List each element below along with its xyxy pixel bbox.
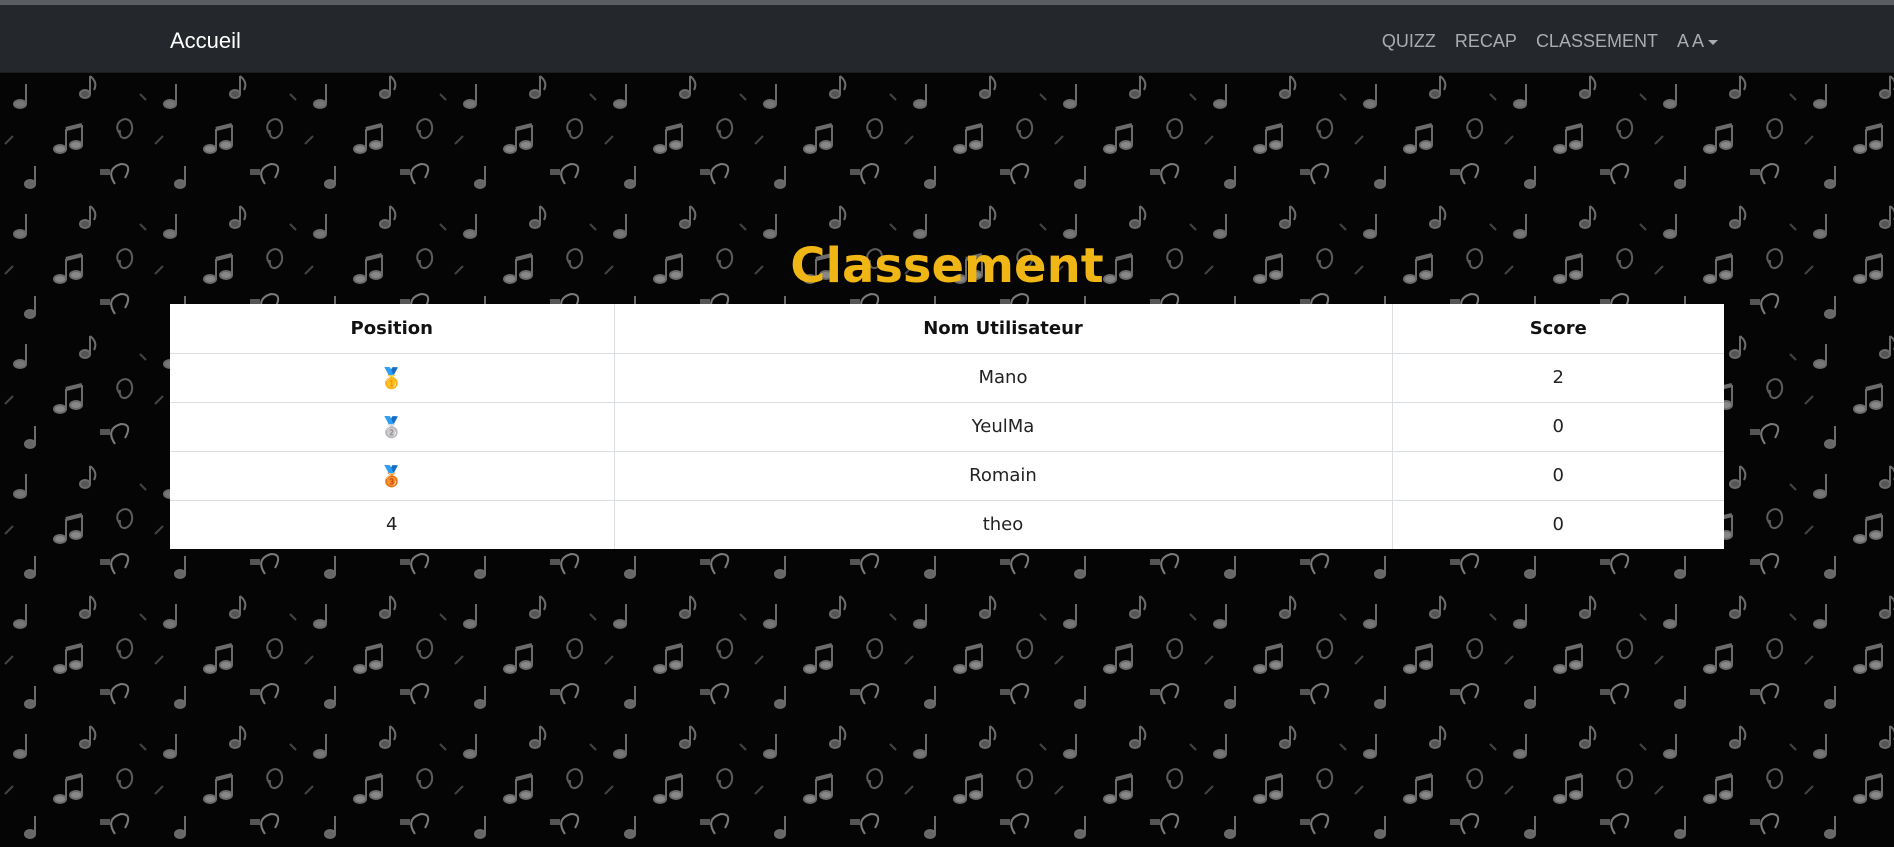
user-dropdown-label: A A xyxy=(1676,30,1704,51)
page-title: Classement xyxy=(790,238,1104,294)
row-username: theo xyxy=(613,500,1392,549)
row-username: Romain xyxy=(613,451,1392,501)
nav-link-classement[interactable]: CLASSEMENT xyxy=(1536,29,1658,53)
nav-link-quizz[interactable]: QUIZZ xyxy=(1382,29,1436,53)
table-row: 🥉 Romain 0 xyxy=(170,451,1724,501)
header-position: Position xyxy=(170,304,614,354)
caret-down-icon xyxy=(1708,39,1718,45)
header-score: Score xyxy=(1391,304,1724,354)
row-score: 0 xyxy=(1391,451,1724,501)
nav-link-recap[interactable]: RECAP xyxy=(1455,29,1517,53)
row-score: 0 xyxy=(1391,402,1724,452)
user-dropdown-toggle[interactable]: A A xyxy=(1677,31,1718,52)
navbar: Accueil QUIZZ RECAP CLASSEMENT A A xyxy=(0,5,1894,73)
gold-medal-icon: 🥇 xyxy=(170,353,614,403)
row-score: 2 xyxy=(1391,353,1724,403)
row-username: Mano xyxy=(613,353,1392,403)
table-header-row: Position Nom Utilisateur Score xyxy=(170,304,1724,354)
row-score: 0 xyxy=(1391,500,1724,549)
brand-home-link[interactable]: Accueil xyxy=(170,26,241,56)
header-username: Nom Utilisateur xyxy=(613,304,1392,354)
row-username: YeulMa xyxy=(613,402,1392,452)
nav-links: QUIZZ RECAP CLASSEMENT A A xyxy=(1363,29,1718,53)
table-row: 4 theo 0 xyxy=(170,500,1724,549)
leaderboard-table: Position Nom Utilisateur Score 🥇 Mano 2 … xyxy=(170,304,1724,549)
silver-medal-icon: 🥈 xyxy=(170,402,614,452)
table-row: 🥈 YeulMa 0 xyxy=(170,402,1724,452)
row-position: 4 xyxy=(386,514,398,536)
table-row: 🥇 Mano 2 xyxy=(170,353,1724,403)
bronze-medal-icon: 🥉 xyxy=(170,451,614,501)
